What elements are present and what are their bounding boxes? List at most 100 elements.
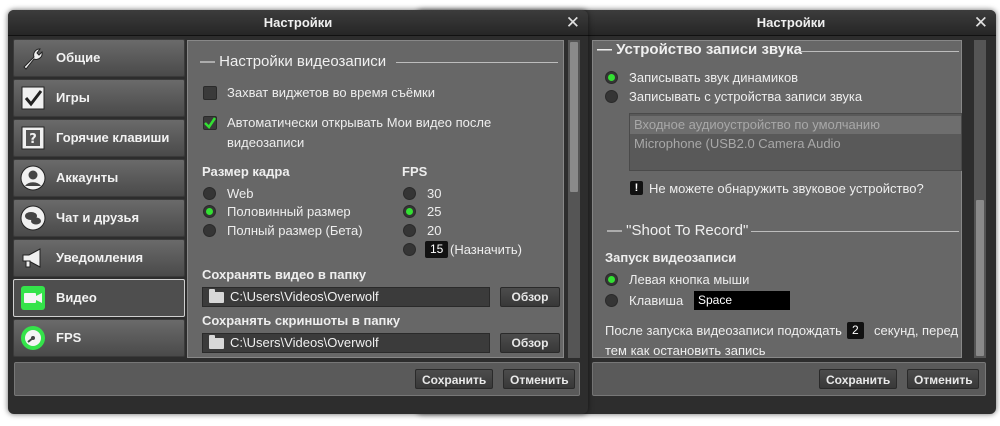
- wait-text-b: секунд, перед: [874, 323, 959, 338]
- audio-settings-panel: — Устройство записи звука Записывать зву…: [592, 40, 962, 358]
- chat-icon: [19, 204, 47, 232]
- section-divider: [799, 51, 959, 52]
- sidebar-item-label: Игры: [56, 90, 90, 105]
- fps-30-radio[interactable]: [403, 187, 416, 200]
- browse-screens-button[interactable]: Обзор: [500, 333, 560, 353]
- sidebar-item-hotkeys[interactable]: ? Горячие клавиши: [13, 119, 185, 157]
- sidebar-item-chat[interactable]: Чат и друзья: [13, 199, 185, 237]
- list-item[interactable]: Входное аудиоустройство по умолчанию: [630, 116, 961, 134]
- wait-text-c: тем как остановить запись: [605, 343, 766, 358]
- save-screens-title: Сохранять скриншоты в папку: [202, 313, 401, 328]
- settings-window-left: Настройки ✕ Общие Игры ? Горячие клавиши: [8, 10, 588, 414]
- frame-size-option: Полный размер (Бета): [227, 223, 363, 238]
- screens-folder-input[interactable]: C:\Users\Videos\Overwolf: [202, 333, 490, 353]
- sidebar-item-games[interactable]: Игры: [13, 79, 185, 117]
- question-key-icon: ?: [19, 124, 47, 152]
- fps-option: 20: [427, 223, 442, 238]
- megaphone-icon: [19, 244, 47, 272]
- auto-open-label-line1: Автоматически открывать Мои видео после: [227, 115, 492, 130]
- gauge-icon: [19, 324, 47, 352]
- scrollbar-thumb[interactable]: [570, 42, 578, 192]
- titlebar: Настройки ✕: [8, 10, 588, 36]
- fps-option: 30: [427, 186, 442, 201]
- video-section-title: — Настройки видеозаписи: [200, 53, 387, 70]
- auto-open-checkbox[interactable]: [203, 116, 217, 130]
- sidebar-item-label: Аккаунты: [56, 170, 119, 185]
- browse-video-button[interactable]: Обзор: [500, 287, 560, 307]
- camera-icon: [19, 284, 47, 312]
- video-folder-path: C:\Users\Videos\Overwolf: [230, 289, 379, 304]
- fps-20-radio[interactable]: [403, 224, 416, 237]
- left-mouse-radio[interactable]: [605, 273, 618, 286]
- user-icon: [19, 164, 47, 192]
- fps-option: 25: [427, 204, 442, 219]
- left-mouse-label: Левая кнопка мыши: [629, 272, 750, 287]
- sidebar-item-label: Видео: [56, 290, 97, 305]
- wrench-icon: [19, 44, 47, 72]
- shoot-section-title: — "Shoot To Record": [607, 222, 749, 239]
- audio-device-list[interactable]: Входное аудиоустройство по умолчанию Mic…: [629, 113, 962, 171]
- fps-25-radio[interactable]: [403, 205, 416, 218]
- checkmark-icon: [204, 117, 217, 129]
- sidebar-item-label: Уведомления: [56, 250, 144, 265]
- sidebar-item-label: Общие: [56, 50, 101, 65]
- fps-custom-input[interactable]: 15: [425, 241, 449, 258]
- footer-bar: Сохранить Отменить: [592, 362, 986, 396]
- key-radio[interactable]: [605, 294, 618, 307]
- frame-size-full-radio[interactable]: [203, 224, 216, 237]
- video-folder-input[interactable]: C:\Users\Videos\Overwolf: [202, 287, 490, 307]
- sidebar-item-notifications[interactable]: Уведомления: [13, 239, 185, 277]
- sidebar-item-label: FPS: [56, 330, 82, 345]
- start-recording-title: Запуск видеозаписи: [605, 250, 737, 265]
- sidebar-item-general[interactable]: Общие: [13, 39, 185, 77]
- scrollbar-thumb[interactable]: [976, 200, 984, 356]
- section-divider: [396, 62, 558, 63]
- frame-size-option: Половинный размер: [227, 204, 351, 219]
- checkbox-icon: [19, 84, 47, 112]
- close-icon[interactable]: ✕: [974, 12, 988, 34]
- record-speakers-label: Записывать звук динамиков: [629, 70, 799, 85]
- warning-link[interactable]: Не можете обнаружить звуковое устройство…: [649, 181, 924, 196]
- folder-icon: [209, 289, 224, 303]
- fps-title: FPS: [402, 164, 428, 179]
- record-device-radio[interactable]: [605, 90, 618, 103]
- audio-section-title: — Устройство записи звука: [597, 41, 802, 58]
- frame-size-half-radio[interactable]: [203, 205, 216, 218]
- capture-widgets-checkbox[interactable]: [203, 86, 217, 100]
- fps-custom-radio[interactable]: [403, 243, 416, 256]
- warning-icon: !: [630, 181, 643, 195]
- folder-icon: [209, 335, 224, 349]
- video-settings-panel: — Настройки видеозаписи Захват виджетов …: [187, 40, 564, 358]
- fps-custom-label: (Назначить): [450, 242, 522, 257]
- list-item[interactable]: Microphone (USB2.0 Camera Audio: [630, 135, 961, 153]
- save-video-title: Сохранять видео в папку: [202, 267, 367, 282]
- wait-text-a: После запуска видеозаписи подождать: [605, 323, 842, 338]
- capture-widgets-label: Захват виджетов во время съёмки: [227, 85, 435, 100]
- screens-folder-path: C:\Users\Videos\Overwolf: [230, 335, 379, 350]
- section-divider: [751, 231, 959, 232]
- sidebar-item-fps[interactable]: FPS: [13, 319, 185, 357]
- frame-size-title: Размер кадра: [202, 164, 290, 179]
- save-button[interactable]: Сохранить: [415, 369, 493, 389]
- record-speakers-radio[interactable]: [605, 71, 618, 84]
- auto-open-label-line2: видеозаписи: [227, 135, 305, 150]
- frame-size-option: Web: [227, 186, 254, 201]
- window-title: Настройки: [263, 15, 333, 30]
- sidebar-item-label: Чат и друзья: [56, 210, 140, 225]
- sidebar-item-accounts[interactable]: Аккаунты: [13, 159, 185, 197]
- scrollbar[interactable]: [568, 40, 580, 358]
- cancel-button[interactable]: Отменить: [503, 369, 575, 389]
- footer-bar: Сохранить Отменить: [14, 362, 580, 396]
- window-title: Настройки: [756, 15, 826, 30]
- scrollbar[interactable]: [974, 40, 986, 358]
- frame-size-web-radio[interactable]: [203, 187, 216, 200]
- key-label: Клавиша: [629, 293, 684, 308]
- sidebar-item-video[interactable]: Видео: [13, 279, 185, 317]
- svg-text:?: ?: [29, 132, 37, 147]
- cancel-button[interactable]: Отменить: [907, 369, 979, 389]
- close-icon[interactable]: ✕: [566, 12, 580, 34]
- sidebar-item-label: Горячие клавиши: [56, 130, 170, 145]
- wait-seconds-input[interactable]: 2: [847, 322, 864, 339]
- save-button[interactable]: Сохранить: [819, 369, 897, 389]
- hotkey-input[interactable]: Space: [694, 291, 790, 310]
